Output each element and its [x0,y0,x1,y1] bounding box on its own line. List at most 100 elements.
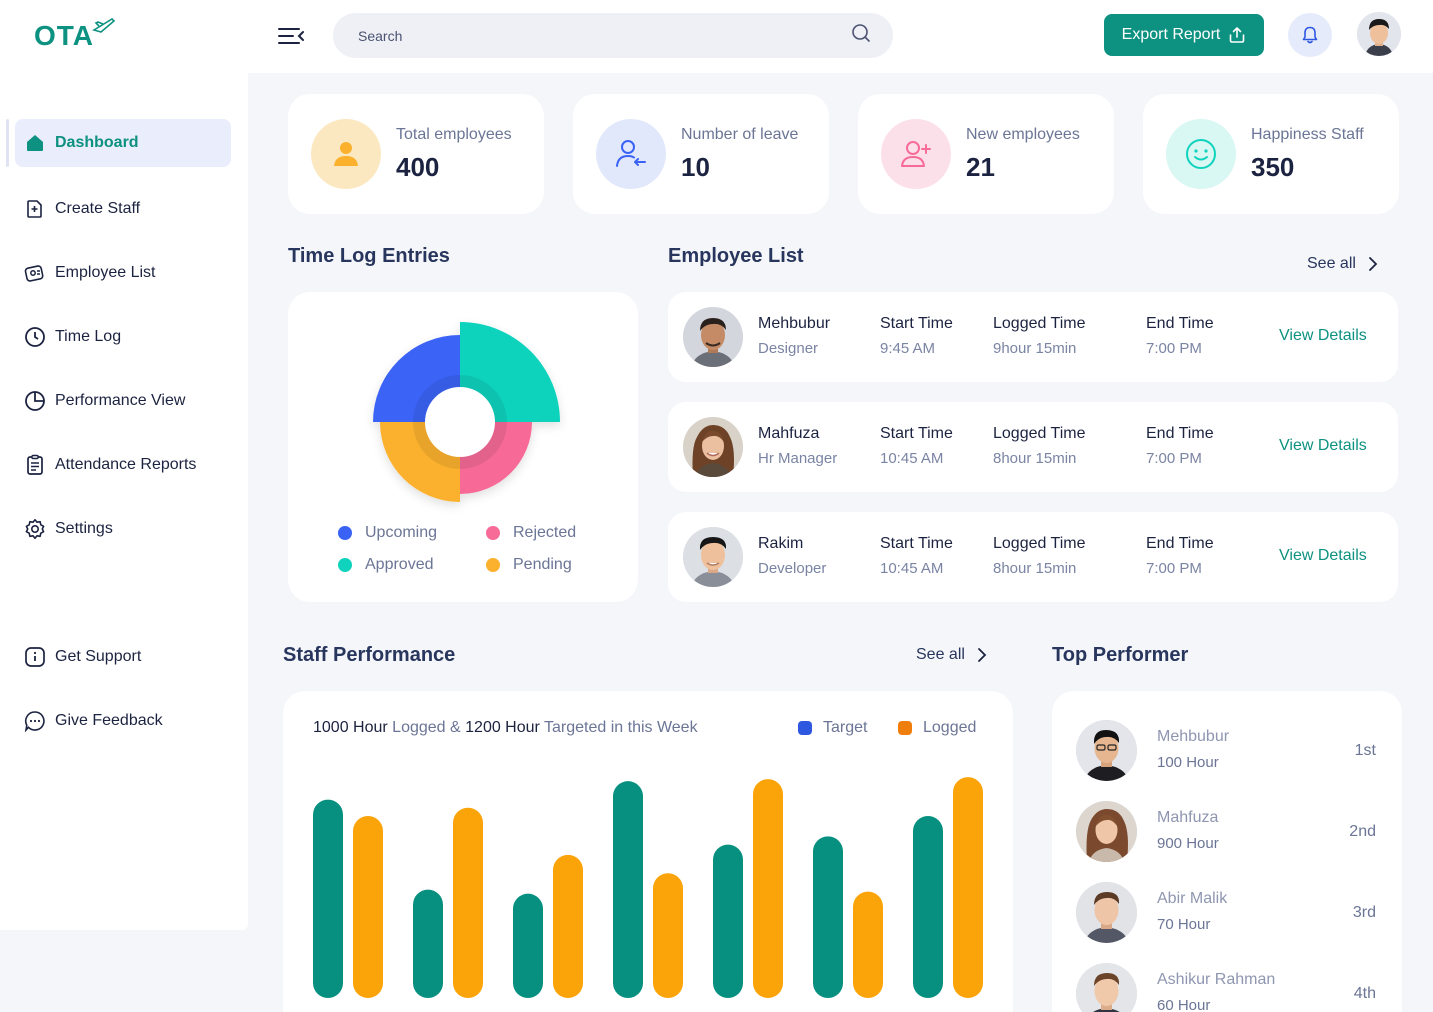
performer-hours: 100 Hour [1157,754,1219,771]
performer-rank: 2nd [1349,823,1376,840]
bell-icon [1302,26,1318,44]
end-time-header: End Time [1146,315,1214,332]
chevron-right-icon [1369,257,1378,271]
active-indicator [6,119,9,167]
start-time-header: Start Time [880,535,953,552]
clipboard-icon [24,454,46,476]
bar-target-7 [913,815,943,998]
top-performer-item[interactable]: Mehbubur 100 Hour 1st [1076,720,1386,782]
stat-label: Total employees [396,126,512,143]
performer-name: Mahfuza [1157,809,1219,826]
home-icon [24,132,46,154]
bar-target-6 [813,836,843,998]
view-details-link[interactable]: View Details [1279,437,1367,455]
sidebar-item-give-feedback[interactable]: Give Feedback [15,697,231,745]
top-performer-card: Mehbubur 100 Hour 1st Mahfuza 900 Hour 2… [1052,691,1402,1012]
view-details-link[interactable]: View Details [1279,547,1367,565]
logged-time-value: 8hour 15min [993,450,1077,467]
sidebar-item-get-support[interactable]: Get Support [15,633,231,681]
menu-collapse-icon[interactable] [277,24,305,48]
pie-chart-icon [24,390,46,412]
stat-label: New employees [966,126,1080,143]
sidebar-item-label: Attendance Reports [55,456,197,473]
employee-role: Hr Manager [758,450,838,467]
end-time-value: 7:00 PM [1146,450,1202,467]
bar-target-5 [713,844,743,998]
user-add-icon [881,119,951,189]
sidebar-item-label: Give Feedback [55,712,163,729]
staff-performance-see-all[interactable]: See all [916,646,987,664]
user-icon [311,119,381,189]
time-log-card: Upcoming Rejected Approved Pending [288,292,638,602]
bar-target-1 [313,799,343,998]
start-time-value: 9:45 AM [880,340,936,357]
performer-hours: 900 Hour [1157,835,1219,852]
performer-rank: 3rd [1352,904,1376,921]
sidebar-item-time-log[interactable]: Time Log [15,313,231,361]
top-performer-item[interactable]: Ashikur Rahman 60 Hour 4th [1076,963,1386,1012]
performer-avatar [1076,882,1137,943]
staff-performance-title: Staff Performance [283,644,456,666]
view-details-link[interactable]: View Details [1279,327,1367,345]
legend-label: Pending [513,556,572,573]
time-log-donut [373,322,560,502]
sidebar-item-label: Dashboard [55,134,139,151]
start-time-value: 10:45 AM [880,450,944,467]
sidebar-item-employee-list[interactable]: Employee List [15,249,231,297]
performer-rank: 1st [1354,742,1376,759]
sidebar-item-dashboard[interactable]: Dashboard [15,119,231,167]
performer-name: Mehbubur [1157,728,1230,745]
sidebar-item-attendance-reports[interactable]: Attendance Reports [15,441,231,489]
stat-value: 21 [966,152,995,182]
add-file-icon [24,198,46,220]
brand-name: OTA [34,20,95,51]
app-logo[interactable]: OTA [34,17,116,52]
user-avatar[interactable] [1357,12,1401,56]
start-time-header: Start Time [880,315,953,332]
employee-list-see-all[interactable]: See all [1307,255,1378,273]
bar-target-4 [613,781,643,998]
search-icon[interactable] [851,23,871,48]
upload-icon [1230,27,1245,43]
sidebar-item-create-staff[interactable]: Create Staff [15,185,231,233]
start-time-header: Start Time [880,425,953,442]
legend-label: Approved [365,556,434,573]
employee-row: Mahfuza Hr Manager Start Time 10:45 AM L… [668,402,1398,492]
sidebar-item-settings[interactable]: Settings [15,505,231,553]
smile-icon [1166,119,1236,189]
stat-card-total-employees: Total employees 400 [288,94,544,214]
gear-icon [24,518,46,540]
top-performer-title: Top Performer [1052,644,1189,666]
notifications-button[interactable] [1288,13,1332,57]
logged-time-header: Logged Time [993,315,1086,332]
legend-dot [486,526,500,540]
export-report-button[interactable]: Export Report [1104,14,1264,56]
search-bar [333,13,893,58]
top-performer-item[interactable]: Abir Malik 70 Hour 3rd [1076,882,1386,944]
sidebar-item-label: Employee List [55,264,156,281]
top-performer-item[interactable]: Mahfuza 900 Hour 2nd [1076,801,1386,863]
time-log-title: Time Log Entries [288,245,450,267]
sidebar-item-label: Get Support [55,648,142,665]
bar-logged-4 [653,873,683,998]
search-input[interactable] [358,27,851,44]
employee-avatar [683,417,743,477]
employee-name: Rakim [758,535,804,552]
bar-target-2 [413,889,443,998]
performer-rank: 4th [1353,985,1376,1002]
info-icon [24,646,46,668]
performer-hours: 70 Hour [1157,916,1211,933]
performer-avatar [1076,801,1137,862]
performer-name: Ashikur Rahman [1157,971,1276,988]
staff-performance-card: 1000 Hour Logged & 1200 Hour Targeted in… [283,691,1013,1012]
stat-label: Happiness Staff [1251,126,1364,143]
performer-avatar [1076,720,1137,781]
logged-time-header: Logged Time [993,425,1086,442]
employee-row: Mehbubur Designer Start Time 9:45 AM Log… [668,292,1398,382]
logged-time-value: 9hour 15min [993,340,1077,357]
sidebar-item-performance-view[interactable]: Performance View [15,377,231,425]
bar-logged-2 [453,807,483,998]
legend-upcoming: Upcoming [338,524,437,542]
performer-hours: 60 Hour [1157,997,1211,1012]
end-time-value: 7:00 PM [1146,560,1202,577]
